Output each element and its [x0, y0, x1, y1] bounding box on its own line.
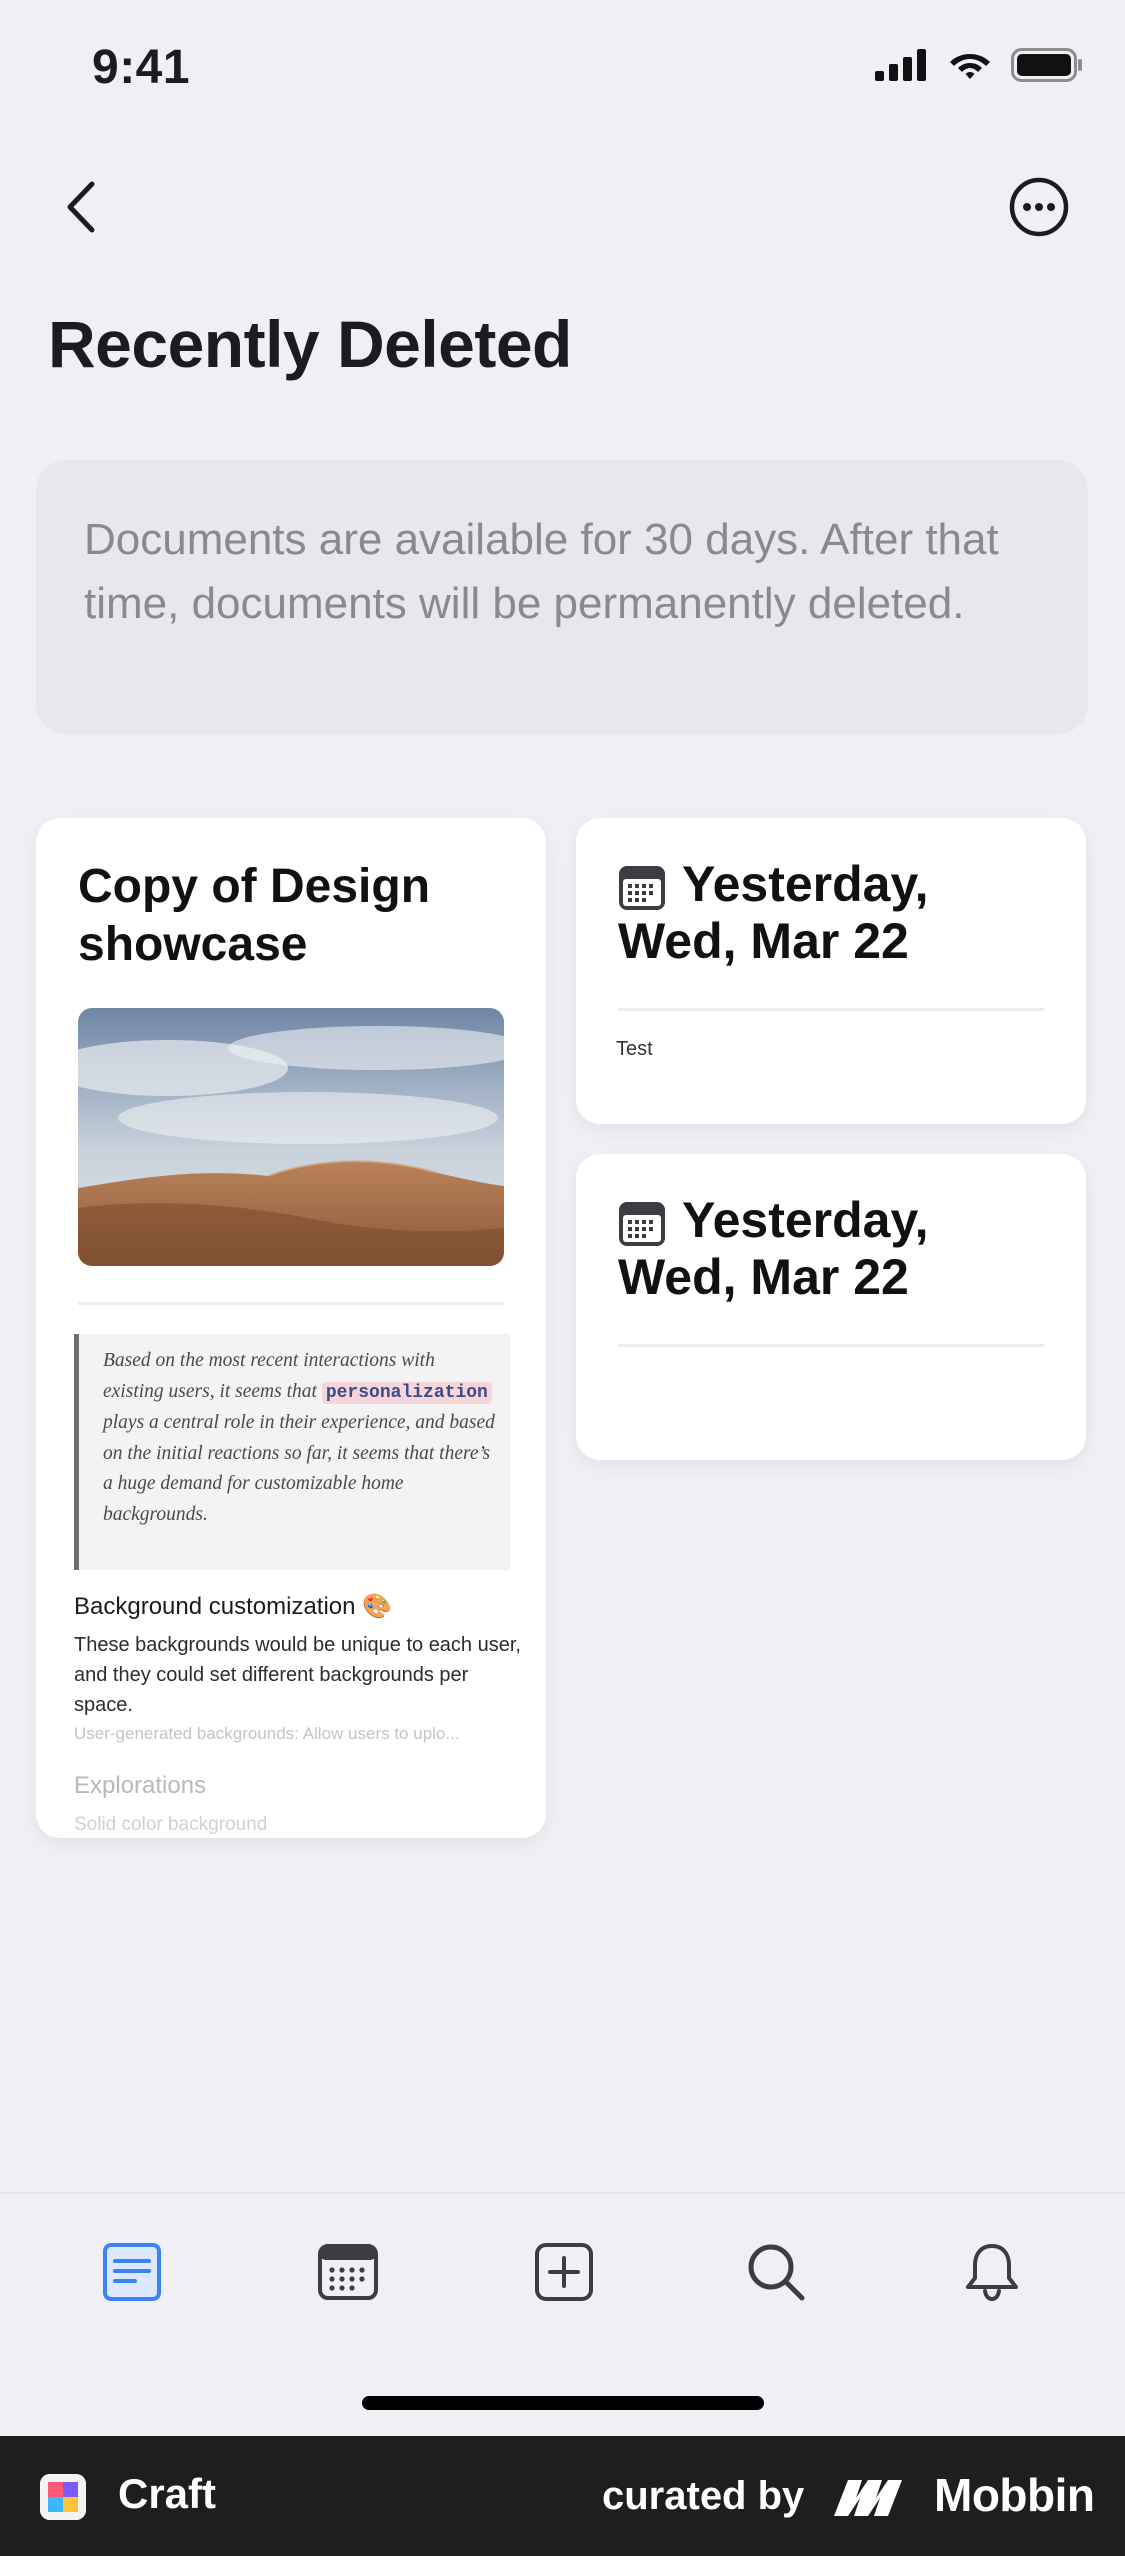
tab-notifications[interactable]: [960, 2240, 1024, 2304]
add-icon: [535, 2243, 593, 2301]
divider: [78, 1302, 504, 1305]
battery-icon: [1011, 48, 1082, 82]
document-card[interactable]: Copy of Design showcase Based on the mos…: [36, 818, 546, 1838]
section-faded-text: Solid color background: [74, 1814, 268, 1835]
desert-dunes-image: [78, 1008, 504, 1266]
daily-note-card[interactable]: Yesterday, Wed, Mar 22 Test: [576, 818, 1086, 1124]
quote-block: Based on the most recent interactions wi…: [74, 1334, 510, 1570]
status-bar: 9:41: [0, 0, 1125, 140]
craft-logo-icon: [40, 2474, 86, 2520]
back-button[interactable]: [58, 172, 110, 242]
ellipsis-circle-icon: [1009, 177, 1069, 237]
document-cover-image: [78, 1008, 504, 1266]
quote-text: Based on the most recent interactions wi…: [103, 1346, 498, 1530]
info-message: Documents are available for 30 days. Aft…: [84, 515, 999, 628]
chevron-left-icon: [67, 181, 95, 233]
section-body: These backgrounds would be unique to eac…: [74, 1634, 521, 1716]
documents-icon: [103, 2243, 161, 2301]
home-indicator: [362, 2396, 764, 2410]
signal-icon: [875, 49, 926, 81]
tab-documents[interactable]: [100, 2240, 164, 2304]
calendar-icon: [619, 1201, 665, 1246]
tab-calendar[interactable]: [316, 2240, 380, 2304]
status-time: 9:41: [92, 41, 191, 94]
footer-brand: Mobbin: [934, 2469, 1095, 2521]
tab-search[interactable]: [744, 2240, 808, 2304]
calendar-icon: [318, 2244, 378, 2300]
mobbin-logo-icon: [834, 2480, 902, 2516]
daily-note-title: Yesterday, Wed, Mar 22: [618, 1192, 1058, 1306]
craft-logo-icon: [40, 2474, 86, 2520]
footer-bar: Craft curated by Mobbin: [0, 2436, 1125, 2556]
info-banner: Documents are available for 30 days. Aft…: [36, 460, 1088, 734]
inline-code: personalization: [321, 1381, 492, 1404]
tab-new-document[interactable]: [532, 2240, 596, 2304]
bell-icon: [966, 2244, 1018, 2302]
search-icon: [748, 2244, 805, 2301]
quote-text-part: plays a central role in their experience…: [103, 1412, 495, 1525]
document-title: Copy of Design showcase: [78, 860, 431, 971]
daily-note-card[interactable]: Yesterday, Wed, Mar 22: [576, 1154, 1086, 1460]
more-options-button[interactable]: [1008, 176, 1070, 238]
status-icons: [875, 48, 1083, 82]
calendar-icon: [619, 865, 665, 910]
section-faded-text: User-generated backgrounds: Allow users …: [74, 1724, 460, 1743]
section-heading: Background customization 🎨: [74, 1593, 393, 1620]
section-heading-explorations: Explorations: [74, 1772, 207, 1799]
divider: [618, 1008, 1044, 1011]
wifi-icon: [950, 54, 990, 79]
page-title: Recently Deleted: [48, 307, 572, 381]
daily-note-title: Yesterday, Wed, Mar 22: [618, 856, 1058, 970]
daily-note-preview: Test: [616, 1038, 653, 1060]
divider: [618, 1344, 1044, 1347]
footer-app-name: Craft: [118, 2470, 217, 2517]
footer-curated-by: curated by: [602, 2474, 805, 2518]
